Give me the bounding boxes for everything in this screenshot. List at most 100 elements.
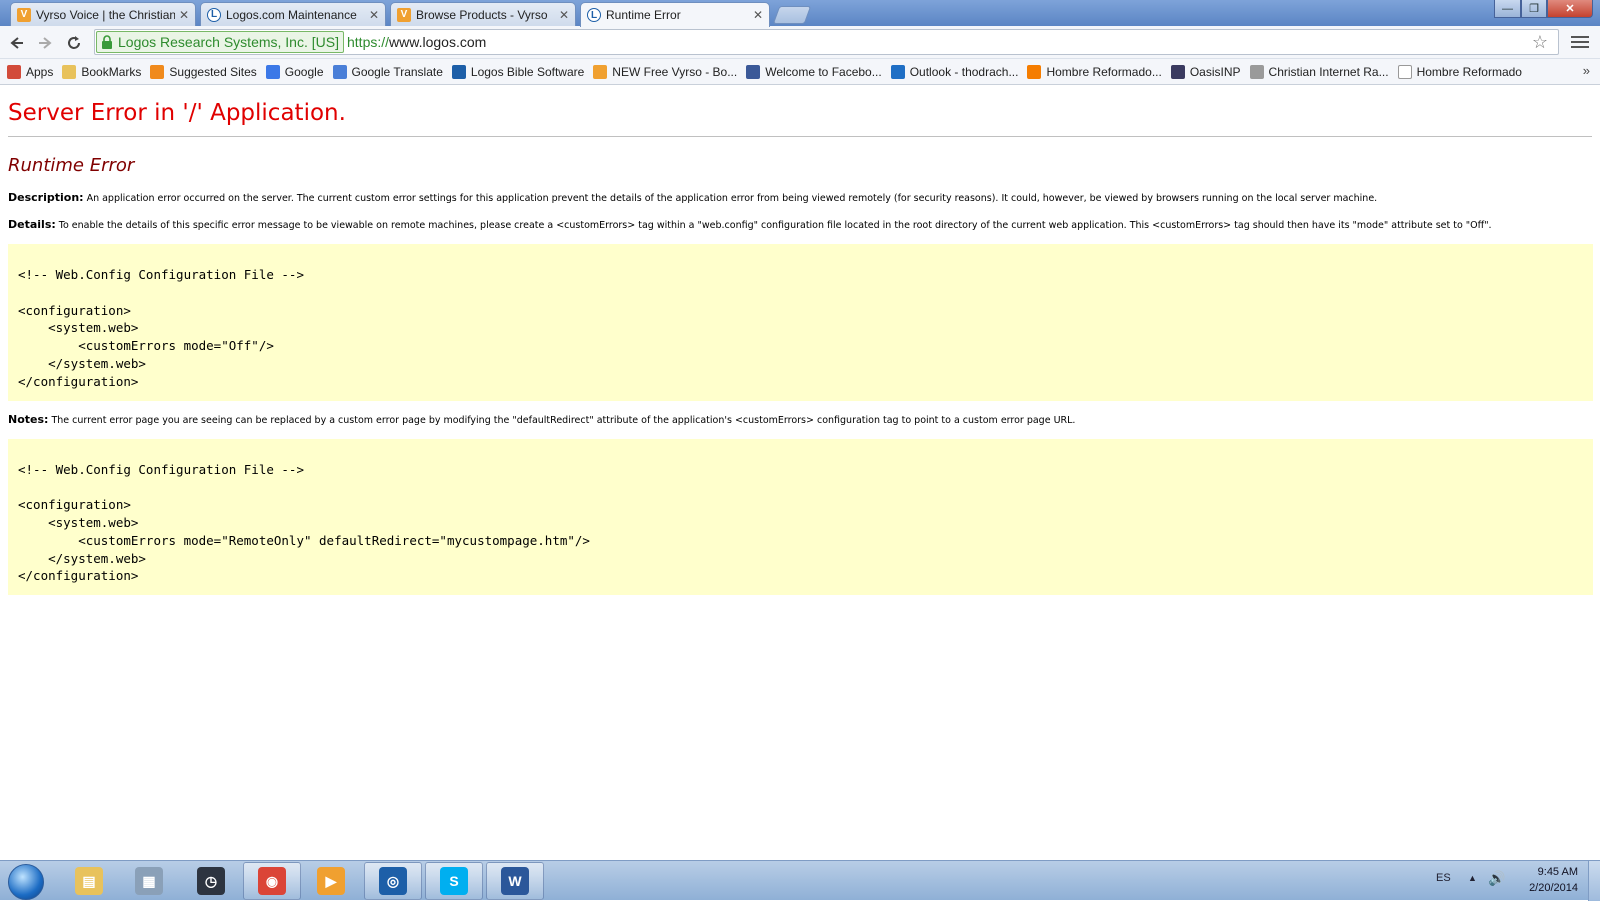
tab-logos-maintenance[interactable]: L Logos.com Maintenance ✕ — [200, 2, 386, 26]
menu-line — [1571, 36, 1589, 38]
taskbar-app-button[interactable]: W — [486, 862, 544, 900]
tab-close-icon[interactable]: ✕ — [753, 8, 763, 22]
url-text[interactable]: https://www.logos.com — [347, 34, 486, 50]
taskbar-app-button[interactable]: ▤ — [60, 862, 118, 900]
chrome-icon: ◉ — [258, 867, 286, 895]
forward-arrow-icon — [39, 37, 52, 49]
title-divider — [8, 136, 1592, 137]
translate-icon — [332, 64, 347, 79]
vyrso-icon: V — [17, 7, 31, 22]
tab-close-icon[interactable]: ✕ — [559, 8, 569, 22]
minimize-button[interactable]: — — [1494, 0, 1521, 18]
reload-icon — [68, 36, 80, 49]
tab-close-icon[interactable]: ✕ — [369, 8, 379, 22]
vyrso-icon: V — [397, 7, 411, 22]
ev-certificate-label: Logos Research Systems, Inc. [US] — [118, 34, 339, 50]
bookmark-label: Outlook - thodrach... — [909, 64, 1019, 79]
forward-button[interactable] — [34, 32, 56, 54]
show-hidden-icons-icon[interactable]: ▲ — [1468, 873, 1477, 883]
google-icon — [265, 64, 280, 79]
tab-vyrso-voice[interactable]: V Vyrso Voice | the Christian ✕ — [10, 2, 196, 26]
bookmark-item[interactable]: Outlook - thodrach... — [890, 64, 1019, 79]
details-text: To enable the details of this specific e… — [55, 220, 1492, 231]
bookmark-item[interactable]: Google — [265, 64, 324, 79]
tab-title: Browse Products - Vyrso — [416, 7, 548, 22]
bookmark-item[interactable]: Google Translate — [332, 64, 443, 79]
logos-icon — [451, 64, 466, 79]
runtime-error-title: Runtime Error — [8, 155, 135, 176]
bookmark-item[interactable]: Hombre Reformado... — [1027, 64, 1162, 79]
bookmark-item[interactable]: Welcome to Facebo... — [746, 64, 882, 79]
back-arrow-icon — [10, 37, 23, 49]
tab-runtime-error[interactable]: L Runtime Error ✕ — [580, 2, 770, 27]
address-bar[interactable]: Logos Research Systems, Inc. [US] https:… — [94, 29, 1559, 55]
oasis-icon — [1170, 64, 1185, 79]
close-window-button[interactable]: ✕ — [1547, 0, 1593, 18]
windows-explorer-icon: ▤ — [75, 867, 103, 895]
browser-toolbar: Logos Research Systems, Inc. [US] https:… — [0, 26, 1600, 59]
windows-taskbar: ▤ ▦ ◷ ◉ ▶ ◎ S W ES ▲ 🔊 9:45 AM 2/20/2014 — [0, 860, 1600, 901]
word-icon: W — [501, 867, 529, 895]
details-paragraph: Details: To enable the details of this s… — [8, 219, 1592, 232]
reload-button[interactable] — [63, 32, 85, 54]
tab-browse-products[interactable]: V Browse Products - Vyrso ✕ — [390, 2, 576, 26]
server-error-title: Server Error in '/' Application. — [8, 100, 346, 126]
chrome-menu-button[interactable] — [1571, 32, 1589, 52]
taskbar-app-button[interactable]: S — [425, 862, 483, 900]
bookmarks-overflow-button[interactable]: » — [1583, 63, 1590, 78]
taskbar-app-button[interactable]: ▶ — [302, 862, 360, 900]
notes-label: Notes: — [8, 412, 49, 426]
page-icon — [1397, 64, 1412, 79]
bookmark-item[interactable]: Hombre Reformado — [1397, 64, 1522, 79]
url-host: www.logos.com — [389, 34, 487, 50]
taskbar-app-button[interactable]: ◷ — [182, 862, 240, 900]
maximize-button[interactable]: ❐ — [1521, 0, 1547, 18]
ev-certificate-badge[interactable]: Logos Research Systems, Inc. [US] — [96, 31, 344, 53]
logos-icon: L — [207, 7, 221, 22]
taskbar-app-button[interactable]: ▦ — [120, 862, 178, 900]
bookmark-item[interactable]: Logos Bible Software — [451, 64, 584, 79]
bookmark-label: OasisINP — [1189, 64, 1241, 79]
bookmark-item[interactable]: Christian Internet Ra... — [1249, 64, 1389, 79]
blogger-icon — [1027, 64, 1042, 79]
tab-title: Runtime Error — [606, 8, 681, 22]
new-tab-button[interactable] — [772, 6, 812, 24]
show-desktop-button[interactable] — [1588, 861, 1600, 901]
facebook-icon — [746, 64, 761, 79]
bookmark-item[interactable]: OasisINP — [1170, 64, 1241, 79]
bookmark-label: NEW Free Vyrso - Bo... — [612, 64, 738, 79]
calculator-icon: ▦ — [135, 867, 163, 895]
outlook-icon — [890, 64, 905, 79]
description-paragraph: Description: An application error occurr… — [8, 192, 1592, 205]
media-player-icon: ▶ — [317, 867, 345, 895]
taskbar-app-button[interactable]: ◎ — [364, 862, 422, 900]
apps-icon — [7, 64, 21, 79]
logos-app-icon: ◎ — [379, 867, 407, 895]
bookmark-label: Apps — [26, 64, 54, 79]
bookmark-item[interactable]: BookMarks — [62, 64, 141, 79]
start-button[interactable] — [8, 864, 44, 900]
back-button[interactable] — [6, 32, 28, 54]
clock-app-icon: ◷ — [197, 867, 225, 895]
bookmark-label: Hombre Reformado... — [1046, 64, 1162, 79]
skype-icon: S — [440, 867, 468, 895]
description-label: Description: — [8, 191, 84, 204]
bookmark-label: Suggested Sites — [169, 64, 257, 79]
menu-line — [1571, 46, 1589, 48]
tab-close-icon[interactable]: ✕ — [179, 8, 189, 22]
language-indicator[interactable]: ES — [1436, 872, 1451, 884]
description-text: An application error occurred on the ser… — [83, 193, 1378, 204]
bookmark-star-icon[interactable]: ☆ — [1532, 32, 1548, 53]
logos-icon: L — [587, 8, 601, 22]
vyrso-icon — [593, 64, 608, 79]
bookmark-item[interactable]: NEW Free Vyrso - Bo... — [593, 64, 738, 79]
taskbar-app-button[interactable]: ◉ — [243, 862, 301, 900]
bookmark-item[interactable]: Suggested Sites — [150, 64, 257, 79]
page-content: Server Error in '/' Application. Runtime… — [0, 86, 1600, 860]
config-code-block-off: <!-- Web.Config Configuration File --> <… — [8, 244, 1593, 401]
volume-icon[interactable]: 🔊 — [1488, 870, 1505, 887]
bookmark-label: Google — [284, 64, 324, 79]
clock-date: 2/20/2014 — [1529, 882, 1578, 894]
bookmark-item[interactable]: Apps — [7, 64, 54, 79]
system-clock[interactable]: 9:45 AM 2/20/2014 — [1508, 864, 1578, 896]
